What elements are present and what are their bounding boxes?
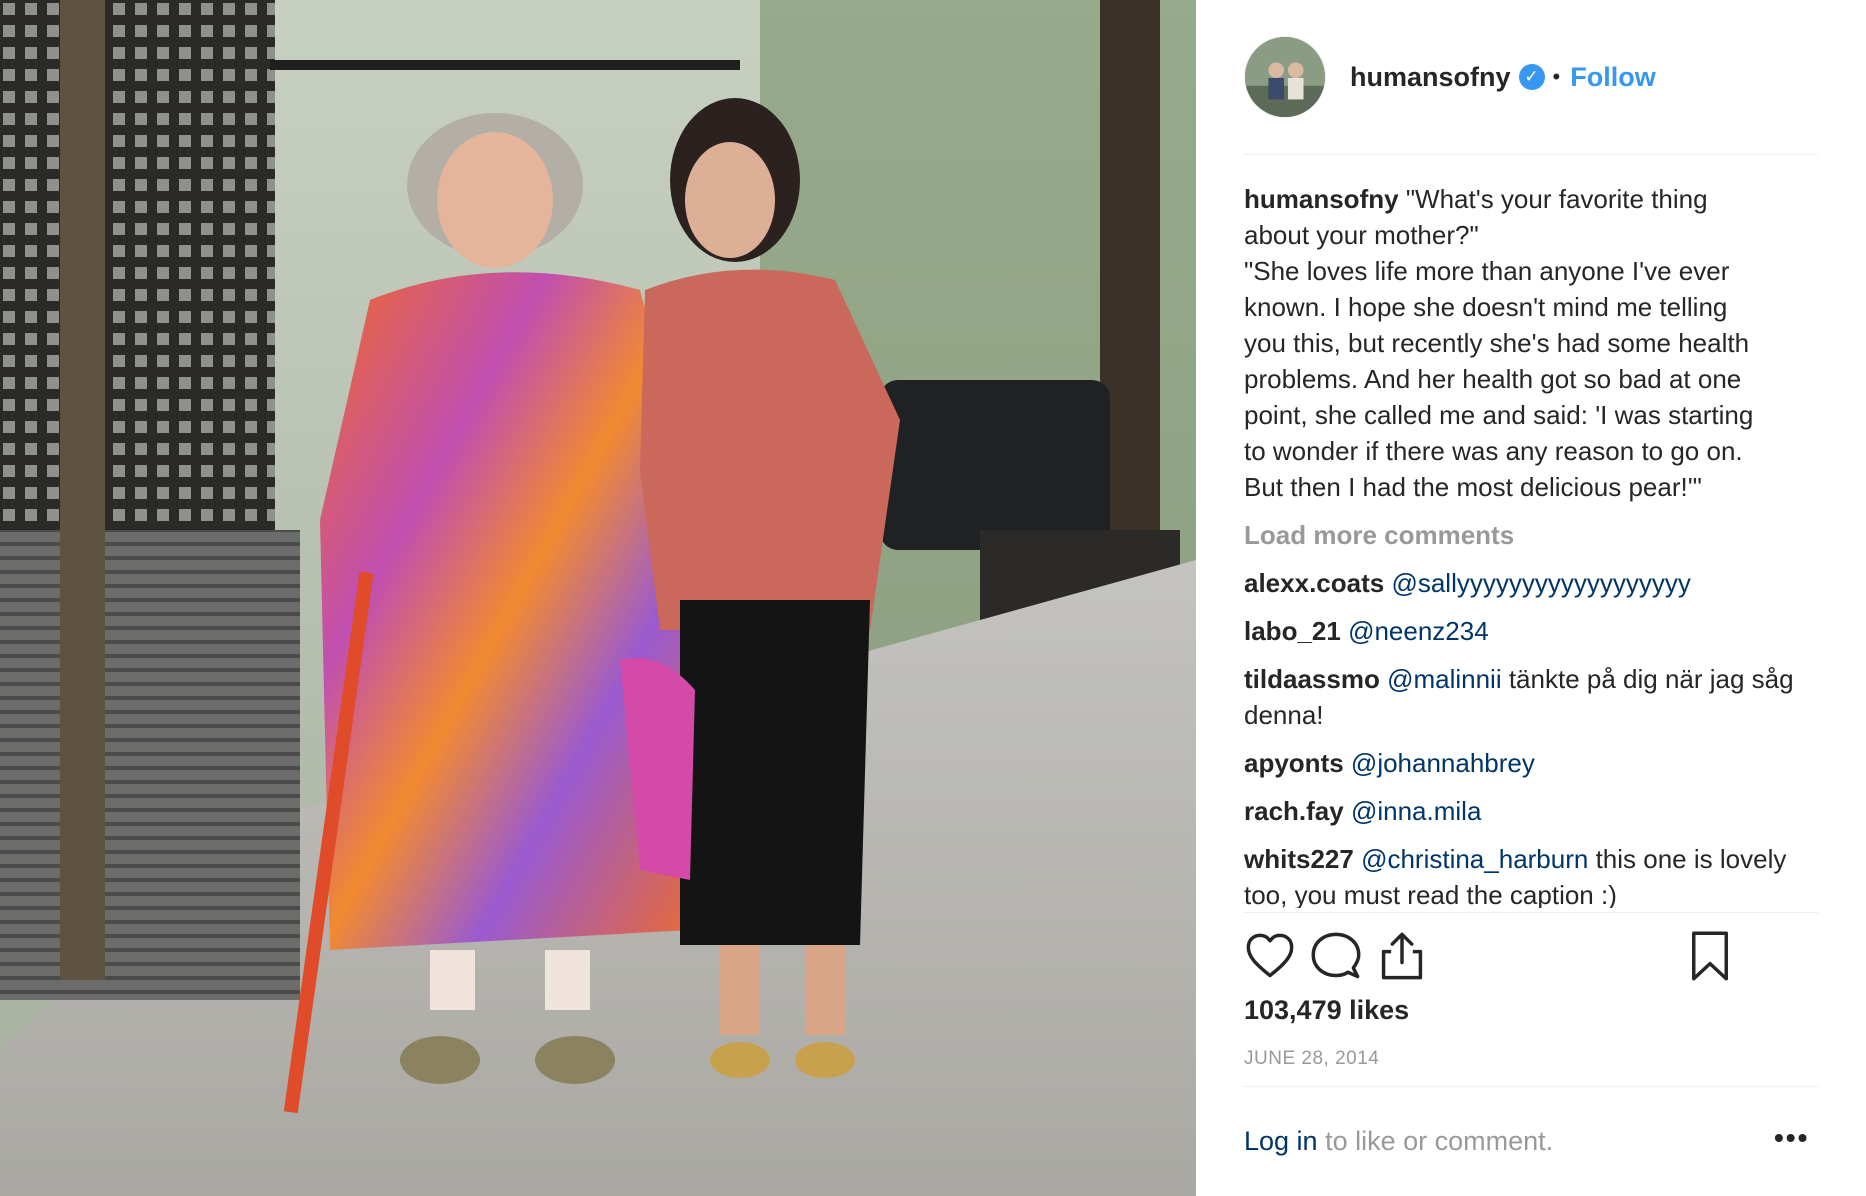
post-caption: humansofny "What's your favorite thing a… (1244, 181, 1824, 505)
bookmark-icon-graphic (1692, 931, 1728, 981)
comment-username[interactable]: rach.fay (1244, 796, 1344, 826)
comment-mention[interactable]: @malinnii (1387, 664, 1502, 694)
comment-item: tildaassmo @malinnii tänkte på dig när j… (1244, 661, 1824, 733)
comment-mention[interactable]: @christina_harburn (1361, 844, 1588, 874)
post-actions (1244, 930, 1824, 982)
comment-username[interactable]: whits227 (1244, 844, 1354, 874)
caption-line: "She loves life more than anyone I've ev… (1244, 256, 1730, 286)
post-photo (0, 0, 1196, 1196)
post-header: humansofny ✓ • Follow (1244, 36, 1818, 118)
caption-line: problems. And her health got so bad at o… (1244, 364, 1742, 394)
load-more-comments[interactable]: Load more comments (1244, 517, 1824, 553)
heart-icon-graphic (1246, 933, 1294, 978)
login-prompt-text: to like or comment. (1317, 1126, 1554, 1156)
bookmark-icon[interactable] (1684, 930, 1736, 982)
caption-line: "What's your favorite thing (1405, 184, 1708, 214)
account-username[interactable]: humansofny (1350, 62, 1511, 93)
login-prompt: Log in to like or comment. (1244, 1126, 1553, 1157)
post-sidebar: humansofny ✓ • Follow humansofny "What's… (1196, 0, 1866, 1196)
comment-item: rach.fay @inna.mila (1244, 793, 1824, 829)
caption-line: you this, but recently she's had some he… (1244, 328, 1750, 358)
caption-line: But then I had the most delicious pear!'… (1244, 472, 1702, 502)
comment-username[interactable]: tildaassmo (1244, 664, 1380, 694)
avatar[interactable] (1244, 36, 1326, 118)
caption-line: point, she called me and said: 'I was st… (1244, 400, 1754, 430)
comment-mention[interactable]: @inna.mila (1351, 796, 1481, 826)
comment-item: apyonts @johannahbrey (1244, 745, 1824, 781)
caption-line: to wonder if there was any reason to go … (1244, 436, 1743, 466)
separator-dot: • (1552, 64, 1561, 89)
comment-item: labo_21 @neenz234 (1244, 613, 1824, 649)
post-photo-illustration (0, 0, 1196, 1196)
share-icon[interactable] (1376, 930, 1428, 982)
caption-line: about your mother?" (1244, 220, 1479, 250)
footer-divider (1244, 1086, 1818, 1087)
comment-icon-graphic (1311, 932, 1361, 979)
comment-icon[interactable] (1310, 930, 1362, 982)
caption-text: "What's your favorite thing about your m… (1244, 184, 1824, 505)
verified-badge-icon: ✓ (1518, 64, 1545, 90)
comment-username[interactable]: alexx.coats (1244, 568, 1384, 598)
caption-line: known. I hope she doesn't mind me tellin… (1244, 292, 1728, 322)
avatar-image (1245, 37, 1325, 117)
follow-button[interactable]: Follow (1570, 62, 1655, 93)
caption-username[interactable]: humansofny (1244, 184, 1399, 214)
likes-count[interactable]: 103,479 likes (1244, 995, 1409, 1026)
comment-mention[interactable]: @neenz234 (1348, 616, 1489, 646)
comment-mention[interactable]: @sallyyyyyyyyyyyyyyyyyy (1391, 568, 1690, 598)
login-link[interactable]: Log in (1244, 1126, 1318, 1156)
share-icon-graphic (1381, 932, 1423, 980)
post-date[interactable]: JUNE 28, 2014 (1244, 1048, 1379, 1070)
more-options-button[interactable]: ••• (1774, 1122, 1809, 1154)
comment-item: alexx.coats @sallyyyyyyyyyyyyyyyyyy (1244, 565, 1824, 601)
comments-section: humansofny "What's your favorite thing a… (1244, 181, 1824, 908)
comments-divider (1244, 912, 1818, 913)
comment-username[interactable]: labo_21 (1244, 616, 1341, 646)
header-divider (1244, 154, 1818, 155)
comment-item: whits227 @christina_harburn this one is … (1244, 841, 1824, 908)
heart-icon[interactable] (1244, 930, 1296, 982)
comment-username[interactable]: apyonts (1244, 748, 1344, 778)
comment-mention[interactable]: @johannahbrey (1351, 748, 1535, 778)
